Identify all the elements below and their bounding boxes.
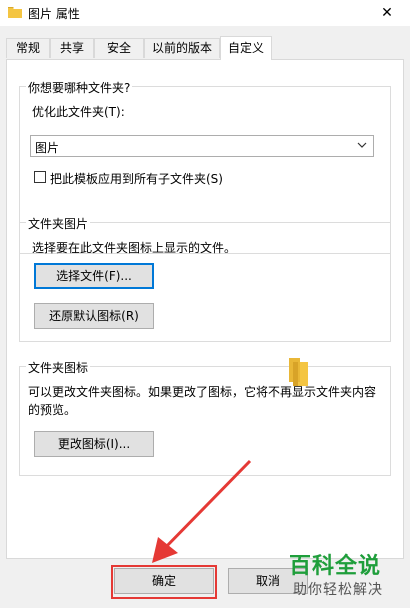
tab-previous-versions[interactable]: 以前的版本: [144, 38, 220, 58]
tab-general[interactable]: 常规: [6, 38, 50, 58]
folder-icon-group: 文件夹图标 可以更改文件夹图标。如果更改了图标，它将不再显示文件夹内容 的预览。…: [19, 359, 391, 476]
optimize-label: 优化此文件夹(T):: [32, 105, 125, 119]
window-title: 图片 属性: [28, 7, 80, 21]
folder-preview-icon: [289, 358, 308, 386]
folder-picture-heading: 文件夹图片: [26, 215, 91, 232]
title-bar: 图片 属性 ✕: [0, 0, 410, 26]
optimize-select[interactable]: 图片: [30, 135, 374, 157]
annotation-highlight-box: [111, 565, 217, 599]
folder-icon-description-line1: 可以更改文件夹图标。如果更改了图标，它将不再显示文件夹内容: [28, 385, 377, 399]
close-icon: ✕: [381, 5, 393, 21]
folder-picture-group: 文件夹图片 选择要在此文件夹图标上显示的文件。 选择文件(F)... 还原默认图…: [19, 215, 391, 342]
folder-icon-heading: 文件夹图标: [26, 359, 91, 376]
choose-file-button[interactable]: 选择文件(F)...: [34, 263, 154, 289]
folder-icon: [8, 7, 22, 18]
tab-sharing[interactable]: 共享: [50, 38, 94, 58]
tab-security[interactable]: 安全: [94, 38, 144, 58]
change-icon-button[interactable]: 更改图标(I)...: [34, 431, 154, 457]
apply-subfolders-label[interactable]: 把此模板应用到所有子文件夹(S): [50, 170, 223, 187]
folder-picture-description: 选择要在此文件夹图标上显示的文件。: [32, 241, 237, 255]
watermark-subtitle: 助你轻松解决: [293, 582, 383, 598]
watermark: 百科全说 助你轻松解决: [283, 548, 408, 606]
tab-customize[interactable]: 自定义: [220, 36, 272, 60]
tab-strip: 常规 共享 安全 以前的版本 自定义: [0, 36, 410, 60]
chevron-down-icon: [357, 142, 367, 148]
restore-default-button[interactable]: 还原默认图标(R): [34, 303, 154, 329]
watermark-title: 百科全说: [289, 554, 382, 579]
apply-subfolders-checkbox[interactable]: [34, 171, 46, 183]
close-button[interactable]: ✕: [364, 0, 410, 26]
folder-type-heading: 你想要哪种文件夹?: [26, 79, 133, 96]
tab-panel: 你想要哪种文件夹? 优化此文件夹(T): 图片 把此模板应用到所有子文件夹(S)…: [6, 59, 404, 559]
folder-icon-description-line2: 的预览。: [28, 403, 77, 417]
optimize-select-value: 图片: [35, 141, 60, 155]
